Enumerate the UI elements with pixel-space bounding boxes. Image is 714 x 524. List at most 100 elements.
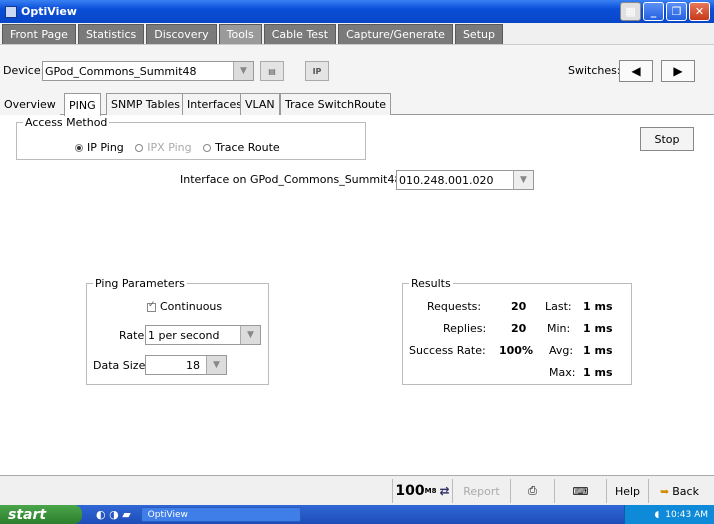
switches-label: Switches:	[568, 64, 621, 77]
max-label: Max:	[549, 366, 576, 379]
last-label: Last:	[545, 300, 572, 313]
min-value: 1 ms	[583, 322, 613, 335]
device-select[interactable]: GPod_Commons_Summit48 ▼	[42, 61, 254, 81]
radio-icon	[203, 143, 212, 152]
subtab-ping[interactable]: PING	[64, 93, 101, 116]
min-label: Min:	[547, 322, 571, 335]
results-group: Results Requests: 20 Replies: 20 Success…	[402, 277, 632, 385]
window-title: OptiView	[21, 5, 77, 18]
chevron-down-icon[interactable]: ▼	[513, 171, 533, 189]
link-speed-value: 100	[395, 483, 425, 499]
ping-parameters-group: Ping Parameters Continuous Rate: 1 per s…	[86, 277, 269, 385]
access-method-title: Access Method	[23, 116, 110, 129]
main-menu-tabs: Front Page Statistics Discovery Tools Ca…	[0, 23, 714, 45]
device-value: GPod_Commons_Summit48	[45, 64, 197, 78]
ipx-ping-radio: IPX Ping	[135, 141, 192, 154]
keyboard-icon: ▤	[268, 66, 276, 76]
success-rate-value: 100%	[499, 344, 533, 357]
subtab-overview[interactable]: Overview	[0, 93, 60, 115]
keyboard-icon[interactable]: ▦	[620, 2, 641, 21]
success-rate-label: Success Rate:	[409, 344, 486, 357]
printer-icon: ⎙	[528, 484, 537, 497]
start-button[interactable]: start	[0, 505, 82, 524]
system-tray: ◖ 10:43 AM	[624, 505, 714, 524]
tab-setup[interactable]: Setup	[454, 24, 503, 44]
link-speed-unit: M8	[424, 487, 437, 495]
tab-statistics[interactable]: Statistics	[77, 24, 145, 44]
arrow-right-icon: ▶	[673, 64, 683, 78]
access-method-options: IP Ping IPX Ping Trace Route	[75, 141, 288, 155]
back-button[interactable]: ➥ Back	[648, 479, 710, 503]
next-switch-button[interactable]: ▶	[661, 60, 695, 82]
ping-panel: Access Method IP Ping IPX Ping Trace Rou…	[0, 115, 714, 475]
replies-value: 20	[511, 322, 527, 335]
interface-value: 010.248.001.020	[399, 173, 494, 187]
chevron-down-icon[interactable]: ▼	[233, 62, 253, 80]
clock: 10:43 AM	[665, 509, 708, 520]
tab-tools[interactable]: Tools	[218, 24, 262, 44]
link-speed-indicator: 100 M8 ⇄	[392, 479, 452, 503]
checkbox-icon	[147, 300, 156, 312]
device-status-button[interactable]: ⌨	[554, 479, 606, 503]
data-size-label: Data Size:	[93, 359, 150, 372]
minimize-button[interactable]: _	[643, 2, 664, 21]
maximize-button[interactable]: ❐	[666, 2, 687, 21]
radio-icon	[135, 143, 144, 152]
requests-label: Requests:	[427, 300, 482, 313]
quick-launch-icons[interactable]: ◐ ◑ ▰	[96, 508, 131, 521]
results-title: Results	[409, 277, 453, 290]
data-size-value: 18	[186, 358, 200, 372]
chevron-down-icon[interactable]: ▼	[206, 356, 226, 374]
ping-parameters-title: Ping Parameters	[93, 277, 187, 290]
interface-label: Interface on GPod_Commons_Summit48:	[180, 173, 406, 186]
tray-icon[interactable]: ◖	[655, 510, 660, 520]
ip-icon: IP	[312, 66, 322, 76]
subtab-interfaces[interactable]: Interfaces	[182, 93, 247, 115]
tab-capture-generate[interactable]: Capture/Generate	[338, 24, 453, 44]
requests-value: 20	[511, 300, 527, 313]
rate-label: Rate:	[119, 329, 148, 342]
continuous-checkbox[interactable]: Continuous	[147, 300, 222, 313]
keyboard-button[interactable]: ▤	[260, 61, 284, 81]
access-method-group: Access Method IP Ping IPX Ping Trace Rou…	[16, 116, 366, 160]
chevron-down-icon[interactable]: ▼	[240, 326, 260, 344]
help-button[interactable]: Help	[606, 479, 648, 503]
sub-tabs: Overview PING SNMP Tables Interfaces VLA…	[0, 93, 714, 116]
network-device-icon: ⌨	[572, 484, 589, 498]
tab-cable-test[interactable]: Cable Test	[263, 24, 337, 44]
device-bar: Device: GPod_Commons_Summit48 ▼ ▤ IP Swi…	[0, 45, 714, 93]
device-label: Device:	[3, 64, 45, 77]
arrow-left-icon: ◀	[631, 64, 641, 78]
subtab-vlan[interactable]: VLAN	[240, 93, 280, 115]
app-icon	[5, 5, 17, 18]
tab-discovery[interactable]: Discovery	[146, 24, 217, 44]
interface-select[interactable]: 010.248.001.020 ▼	[396, 170, 534, 190]
max-value: 1 ms	[583, 366, 613, 379]
radio-selected-icon	[75, 143, 83, 152]
stop-button[interactable]: Stop	[640, 127, 694, 151]
print-button[interactable]: ⎙	[510, 479, 554, 503]
tab-front-page[interactable]: Front Page	[2, 24, 76, 44]
taskbar-item-optiview[interactable]: OptiView	[140, 507, 301, 522]
prev-switch-button[interactable]: ◀	[619, 60, 653, 82]
rate-select[interactable]: 1 per second ▼	[145, 325, 261, 345]
ip-button[interactable]: IP	[305, 61, 329, 81]
data-size-select[interactable]: 18 ▼	[145, 355, 227, 375]
trace-route-radio[interactable]: Trace Route	[203, 141, 280, 154]
subtab-trace-switchroute[interactable]: Trace SwitchRoute	[280, 93, 391, 115]
title-bar: OptiView ▦ _ ❐ ✕	[0, 0, 714, 23]
close-button[interactable]: ✕	[689, 2, 710, 21]
avg-label: Avg:	[549, 344, 574, 357]
last-value: 1 ms	[583, 300, 613, 313]
replies-label: Replies:	[443, 322, 487, 335]
back-arrow-icon: ➥	[660, 484, 670, 498]
avg-value: 1 ms	[583, 344, 613, 357]
subtab-snmp-tables[interactable]: SNMP Tables	[106, 93, 186, 115]
report-button: Report	[452, 479, 510, 503]
status-bar: 100 M8 ⇄ Report ⎙ ⌨ Help ➥ Back	[0, 475, 714, 505]
link-arrows-icon: ⇄	[439, 484, 450, 498]
rate-value: 1 per second	[148, 328, 220, 342]
ip-ping-radio[interactable]: IP Ping	[75, 141, 124, 154]
window-controls: ▦ _ ❐ ✕	[620, 2, 710, 21]
taskbar: start ◐ ◑ ▰ OptiView ◖ 10:43 AM	[0, 505, 714, 524]
